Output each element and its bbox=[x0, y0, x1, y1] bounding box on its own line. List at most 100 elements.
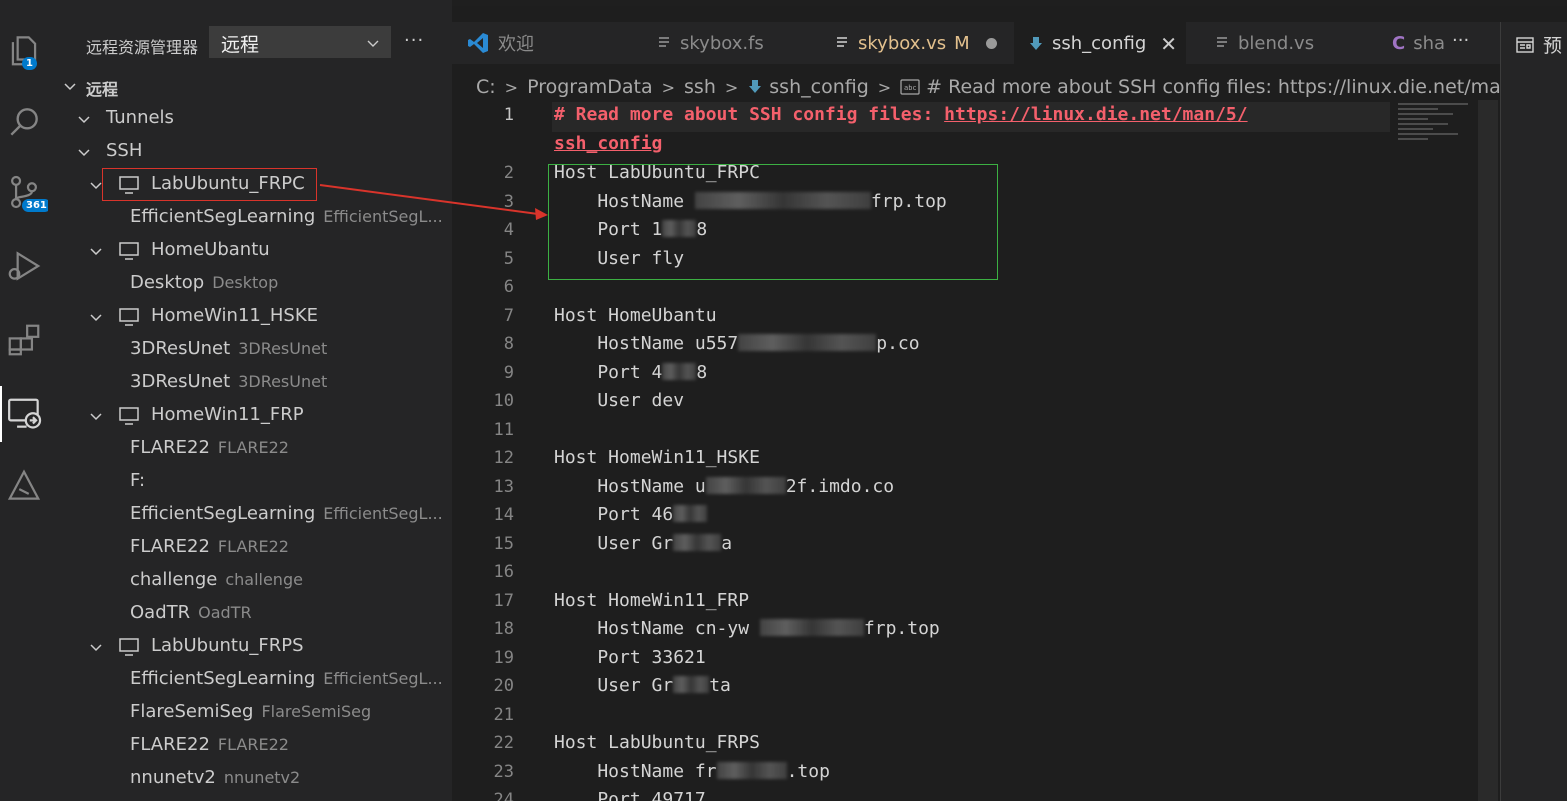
tree-label: HomeWin11_HSKE bbox=[151, 305, 319, 326]
breadcrumb-file[interactable]: ssh_config bbox=[769, 76, 868, 98]
tree-folder[interactable]: OadTR OadTR bbox=[48, 598, 452, 631]
monitor-icon bbox=[118, 406, 140, 431]
tree-description: FlareSemiSeg bbox=[261, 702, 372, 721]
tree-label: FlareSemiSeg bbox=[130, 701, 254, 722]
line-number: 4 bbox=[503, 220, 514, 240]
chevron-right-icon: > bbox=[724, 77, 739, 97]
tree-folder[interactable]: 3DResUnet 3DResUnet bbox=[48, 334, 452, 367]
comment-link[interactable]: https://linux.die.net/man/5/ bbox=[944, 104, 1247, 125]
breadcrumb-drive[interactable]: C: bbox=[476, 76, 496, 98]
explorer-badge: 1 bbox=[22, 57, 37, 70]
redacted-text bbox=[673, 505, 708, 522]
code-line-1: # Read more about SSH config files: http… bbox=[554, 104, 1248, 125]
tab-label: skybox.fs bbox=[680, 32, 764, 54]
tree-description: challenge bbox=[225, 570, 303, 589]
extensions-activity[interactable] bbox=[0, 312, 48, 368]
file-lines-icon bbox=[1214, 35, 1230, 51]
tree-label: nnunetv2 bbox=[130, 767, 216, 788]
svg-text:abc: abc bbox=[904, 84, 917, 92]
run-debug-activity[interactable] bbox=[0, 238, 48, 294]
section-remote[interactable]: 远程 bbox=[48, 70, 452, 103]
tree-description: FLARE22 bbox=[217, 735, 289, 754]
unsaved-dot-icon[interactable] bbox=[985, 37, 997, 49]
remote-explorer-icon bbox=[8, 398, 42, 429]
tree-label: EfficientSegLearning bbox=[130, 668, 316, 689]
tab-ssh-config[interactable]: ssh_config ✕ bbox=[1014, 22, 1186, 64]
tools-activity[interactable] bbox=[0, 458, 48, 514]
tree-description: 3DResUnet bbox=[238, 372, 328, 391]
preview-tab[interactable]: 预 bbox=[1515, 31, 1562, 58]
code-line-14: Port 46 bbox=[554, 504, 708, 525]
tree-host[interactable]: HomeWin11_HSKE bbox=[48, 301, 452, 334]
tree-description: FLARE22 bbox=[217, 537, 289, 556]
tab-skybox-fs[interactable]: skybox.fs bbox=[656, 22, 816, 64]
tree-folder[interactable]: FLARE22 FLARE22 bbox=[48, 730, 452, 763]
remote-type-select[interactable]: 远程 bbox=[209, 26, 391, 58]
tree-folder[interactable]: EfficientSegLearning EfficientSegL... bbox=[48, 202, 452, 235]
tree-folder[interactable]: FlareSemiSeg FlareSemiSeg bbox=[48, 697, 452, 730]
line-number: 10 bbox=[493, 391, 514, 411]
line-number: 24 bbox=[493, 790, 514, 801]
source-control-activity[interactable]: 361 bbox=[0, 164, 51, 220]
tab-blend-vs[interactable]: blend.vs bbox=[1214, 22, 1354, 64]
tree-host[interactable]: LabUbuntu_FRPS bbox=[48, 631, 452, 664]
monitor-icon bbox=[118, 637, 140, 662]
breadcrumb-symbol[interactable]: # Read more about SSH config files: http… bbox=[926, 76, 1500, 98]
download-arrow-icon bbox=[747, 79, 763, 95]
tree-label: Tunnels bbox=[106, 107, 174, 128]
tab-label: 欢迎 bbox=[498, 34, 534, 55]
tab-welcome[interactable]: 欢迎 bbox=[466, 22, 636, 64]
breadcrumb: C: > ProgramData > ssh > ssh_config > ab… bbox=[476, 75, 1500, 99]
tree-group-ssh[interactable]: SSH bbox=[48, 136, 452, 169]
line-number: 9 bbox=[503, 363, 514, 383]
line-number: 5 bbox=[503, 249, 514, 269]
tree-label: F: bbox=[130, 470, 146, 491]
tree-folder[interactable]: 3DResUnet 3DResUnet bbox=[48, 367, 452, 400]
minimap[interactable] bbox=[1398, 100, 1478, 170]
tree-folder[interactable]: F: bbox=[48, 466, 452, 499]
comment-link[interactable]: ssh_config bbox=[554, 133, 662, 154]
line-number: 21 bbox=[493, 705, 514, 725]
line-number: 13 bbox=[493, 477, 514, 497]
tree-label: 3DResUnet bbox=[130, 338, 231, 359]
redacted-text bbox=[738, 334, 877, 351]
preview-panel: 预 bbox=[1500, 22, 1567, 801]
tab-label: sha bbox=[1413, 32, 1444, 54]
line-number: 22 bbox=[493, 733, 514, 753]
explorer-activity[interactable]: 1 bbox=[0, 22, 48, 78]
close-icon[interactable]: ✕ bbox=[1160, 32, 1177, 56]
tree-host[interactable]: HomeWin11_FRP bbox=[48, 400, 452, 433]
tree-label: OadTR bbox=[130, 602, 191, 623]
breadcrumb-folder[interactable]: ProgramData bbox=[527, 76, 653, 98]
line-number: 18 bbox=[493, 619, 514, 639]
line-number: 20 bbox=[493, 676, 514, 696]
chevron-down-icon bbox=[88, 310, 104, 331]
breadcrumb-folder[interactable]: ssh bbox=[684, 76, 716, 98]
chevron-down-icon bbox=[76, 112, 92, 133]
tree-folder[interactable]: FLARE22 FLARE22 bbox=[48, 433, 452, 466]
search-activity[interactable] bbox=[0, 94, 48, 150]
remote-explorer-activity[interactable] bbox=[0, 386, 48, 442]
tab-sha[interactable]: C sha bbox=[1392, 22, 1444, 64]
code-line-23: HostName fr .top bbox=[554, 761, 830, 782]
vertical-scrollbar[interactable] bbox=[1478, 100, 1498, 801]
line-number: 23 bbox=[493, 762, 514, 782]
tree-description: FLARE22 bbox=[217, 438, 289, 457]
tree-folder[interactable]: challenge challenge bbox=[48, 565, 452, 598]
tree-folder[interactable]: Desktop Desktop bbox=[48, 268, 452, 301]
sidebar-more-button[interactable]: ··· bbox=[404, 30, 424, 51]
tab-overflow-button[interactable]: ··· bbox=[1452, 30, 1469, 51]
tab-skybox-vs[interactable]: skybox.vs M bbox=[834, 22, 1004, 64]
tree-group-tunnels[interactable]: Tunnels bbox=[48, 103, 452, 136]
code-line-9: Port 48 bbox=[554, 362, 708, 383]
tree-folder[interactable]: EfficientSegLearning EfficientSegL... bbox=[48, 499, 452, 532]
tree-folder[interactable]: EfficientSegLearning EfficientSegL... bbox=[48, 664, 452, 697]
tree-folder[interactable]: nnunetv2 nnunetv2 bbox=[48, 763, 452, 796]
tree-description: EfficientSegL... bbox=[323, 504, 443, 523]
tree-description: nnunetv2 bbox=[223, 768, 301, 787]
tree-folder[interactable]: FLARE22 FLARE22 bbox=[48, 532, 452, 565]
chevron-right-icon: > bbox=[877, 77, 892, 97]
redacted-text bbox=[673, 534, 722, 551]
tree-description: EfficientSegL... bbox=[323, 669, 443, 688]
tree-host[interactable]: HomeUbantu bbox=[48, 235, 452, 268]
